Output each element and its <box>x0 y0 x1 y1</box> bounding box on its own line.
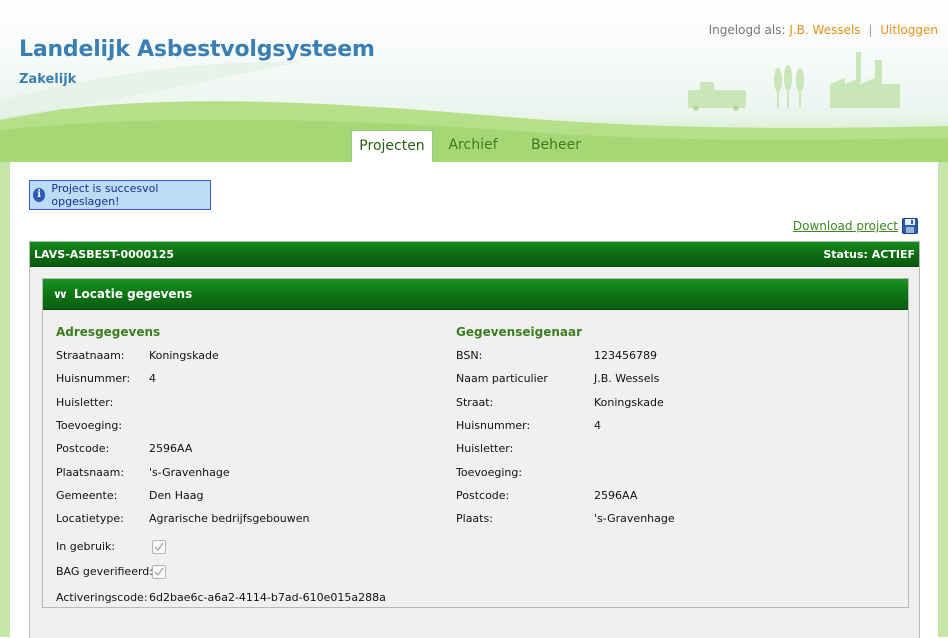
address-field-row: Postcode: 2596AA <box>56 442 436 456</box>
location-title: Locatie gegevens <box>73 287 193 301</box>
page-header: Landelijk Asbestvolgsysteem Zakelijk Ing… <box>0 0 948 162</box>
in-use-checkbox[interactable] <box>152 540 166 554</box>
owner-field-value: 4 <box>594 418 601 432</box>
save-icon[interactable] <box>902 218 918 234</box>
address-field-label: Toevoeging: <box>56 418 123 432</box>
address-field-label: Huisletter: <box>56 395 114 409</box>
project-header: LAVS-ASBEST-0000125 Status: ACTIEF <box>30 242 919 267</box>
success-notice: i Project is succesvol opgeslagen! <box>29 180 211 210</box>
owner-field-value: 2596AA <box>594 488 638 502</box>
owner-field-value: Koningskade <box>594 395 664 409</box>
login-separator: | <box>868 23 873 37</box>
owner-field-label: Naam particulier <box>456 372 548 386</box>
info-icon: i <box>33 188 46 202</box>
address-field-row: Huisnummer: 4 <box>56 372 436 386</box>
owner-field-row: Huisletter: <box>456 442 836 456</box>
owner-field-value: 123456789 <box>594 349 657 362</box>
project-status: Status: ACTIEF <box>823 247 915 261</box>
login-label: Ingelogd als: <box>708 23 786 37</box>
in-use-row: In gebruik: <box>56 540 436 554</box>
address-field-row: Toevoeging: <box>56 419 436 433</box>
owner-field-label: Toevoeging: <box>456 465 523 479</box>
notice-message: Project is succesvol opgeslagen! <box>51 182 159 208</box>
download-project[interactable]: Download project <box>793 218 918 234</box>
bag-verified-label: BAG geverifieerd: <box>56 565 153 578</box>
owner-field-value: 's-Gravenhage <box>594 512 675 526</box>
owner-field-label: Huisletter: <box>456 442 514 456</box>
login-info: Ingelogd als: J.B. Wessels | Uitloggen <box>709 23 938 37</box>
checkmark-icon <box>154 567 164 577</box>
activation-code-label: Activeringscode: <box>56 591 148 604</box>
owner-field-row: Toevoeging: <box>456 466 836 480</box>
owner-field-row: BSN: 123456789 <box>456 349 836 363</box>
bag-verified-row: BAG geverifieerd: <box>56 565 436 579</box>
right-border <box>938 162 948 637</box>
app-subtitle: Zakelijk <box>19 72 77 87</box>
chevron-double-down-icon: ∨∨ <box>53 287 68 301</box>
address-field-label: Huisnummer: <box>56 372 131 386</box>
address-field-value: Koningskade <box>149 349 219 362</box>
address-field-label: Locatietype: <box>56 512 124 526</box>
download-project-link[interactable]: Download project <box>793 219 898 233</box>
tab-beheer[interactable]: Beheer <box>521 130 591 161</box>
checkmark-icon <box>154 542 164 552</box>
owner-field-label: Huisnummer: <box>456 418 531 432</box>
location-header[interactable]: ∨∨ Locatie gegevens <box>43 279 908 310</box>
address-field-label: Gemeente: <box>56 488 118 502</box>
address-field-value: Den Haag <box>149 488 204 502</box>
owner-field-row: Huisnummer: 4 <box>456 419 836 433</box>
location-panel: ∨∨ Locatie gegevens Adresgegevens Gegeve… <box>42 278 909 608</box>
address-field-row: Gemeente: Den Haag <box>56 489 436 503</box>
tab-projecten[interactable]: Projecten <box>351 130 433 162</box>
logout-link[interactable]: Uitloggen <box>880 23 938 37</box>
owner-field-row: Postcode: 2596AA <box>456 489 836 503</box>
owner-field-label: Postcode: <box>456 488 510 502</box>
tab-archief[interactable]: Archief <box>439 130 507 161</box>
owner-field-label: Plaats: <box>456 512 493 526</box>
address-field-label: Plaatsnaam: <box>56 465 125 479</box>
address-field-value: 4 <box>149 372 156 386</box>
activation-code-row: Activeringscode: 6d2bae6c-a6a2-4114-b7ad… <box>56 591 456 605</box>
bag-verified-checkbox[interactable] <box>152 565 166 579</box>
owner-field-row: Plaats: 's-Gravenhage <box>456 512 836 526</box>
address-field-row: Straatnaam: Koningskade <box>56 349 436 363</box>
owner-field-label: BSN: <box>456 349 483 362</box>
address-field-row: Plaatsnaam: 's-Gravenhage <box>56 466 436 480</box>
owner-section-title: Gegevenseigenaar <box>456 325 582 339</box>
address-field-label: Straatnaam: <box>56 349 125 362</box>
app-title: Landelijk Asbestvolgsysteem <box>19 37 375 62</box>
address-field-row: Huisletter: <box>56 396 436 410</box>
project-panel: LAVS-ASBEST-0000125 Status: ACTIEF ∨∨ Lo… <box>29 241 920 638</box>
address-section-title: Adresgegevens <box>56 325 161 339</box>
address-field-label: Postcode: <box>56 442 110 456</box>
address-field-row: Locatietype: Agrarische bedrijfsgebouwen <box>56 512 436 526</box>
owner-field-value: J.B. Wessels <box>594 372 660 386</box>
address-field-value: 2596AA <box>149 442 193 456</box>
activation-code-value: 6d2bae6c-a6a2-4114-b7ad-610e015a288a <box>149 591 386 604</box>
user-name-link[interactable]: J.B. Wessels <box>789 23 860 37</box>
address-field-value: Agrarische bedrijfsgebouwen <box>149 512 310 526</box>
project-id: LAVS-ASBEST-0000125 <box>34 247 175 261</box>
in-use-label: In gebruik: <box>56 540 116 553</box>
owner-field-row: Straat: Koningskade <box>456 396 836 410</box>
left-border <box>0 162 10 637</box>
address-field-value: 's-Gravenhage <box>149 465 230 479</box>
owner-field-label: Straat: <box>456 395 494 409</box>
owner-field-row: Naam particulier J.B. Wessels <box>456 372 836 386</box>
